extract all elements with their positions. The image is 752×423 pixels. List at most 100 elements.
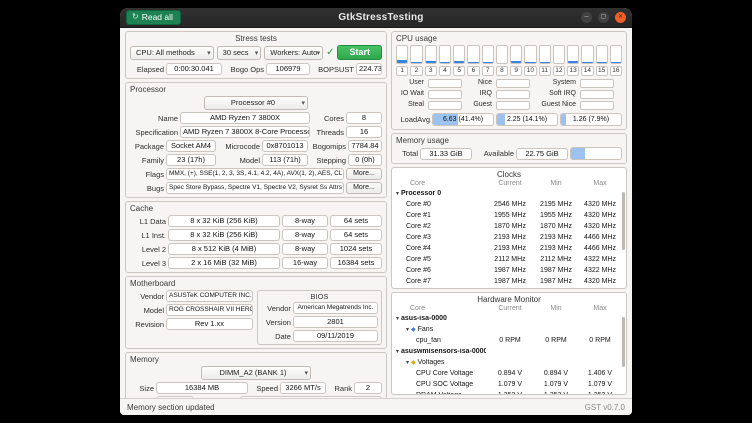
cache-row: L1 Inst. 8 x 32 KiB (256 KiB) 8-way 64 s… — [130, 229, 382, 241]
processor-title: Processor — [130, 85, 382, 94]
cpu-core-meter — [396, 45, 408, 64]
start-button[interactable]: Start — [337, 45, 382, 60]
tree-value: 1.352 V — [578, 392, 622, 394]
cpu-core-meter — [510, 45, 522, 64]
name-value: AMD Ryzen 7 3800X — [180, 112, 310, 124]
loadavg-1min-text: 6.63 (41.4%) — [443, 116, 483, 123]
cpu-stat-bar — [580, 90, 614, 99]
clocks-scrollbar[interactable] — [622, 192, 625, 250]
hardware-monitor-table: Hardware Monitor Core Current Min Max ▾a… — [391, 292, 627, 395]
dimm-selector-dropdown[interactable]: DIMM_A2 (BANK 1) — [201, 366, 311, 380]
tree-row[interactable]: Core #71987 MHz1987 MHz4320 MHz — [392, 276, 626, 287]
tree-label: Core #3 — [406, 234, 431, 241]
tree-row[interactable]: cpu_fan0 RPM0 RPM0 RPM — [392, 335, 626, 346]
expander-icon[interactable]: ▾ — [406, 326, 409, 333]
cache-row: L1 Data 8 x 32 KiB (256 KiB) 8-way 64 se… — [130, 215, 382, 227]
tree-row[interactable]: Core #02546 MHz2195 MHz4320 MHz — [392, 199, 626, 210]
bugs-more-button[interactable]: More... — [346, 182, 382, 194]
cpu-stat-bar — [428, 90, 462, 99]
check-icon: ✓ — [326, 46, 334, 60]
tree-value: 4320 MHz — [578, 223, 622, 230]
tree-label: asus-isa-0000 — [401, 315, 447, 322]
loadavg-15min-text: 1.26 (7.9%) — [573, 116, 609, 123]
tree-row[interactable]: ▾Processor 0 — [392, 188, 626, 199]
tree-row[interactable]: ▾asuswmisensors-isa-0000 — [392, 346, 626, 357]
mem-available-label: Available — [474, 149, 514, 158]
cpu-core-number: 2 — [410, 66, 422, 76]
stress-workers-dropdown[interactable]: Workers: Auto — [264, 46, 323, 60]
microcode-value: 0x8701013 — [262, 140, 308, 152]
close-button[interactable]: ✕ — [615, 12, 626, 23]
fan-icon: ◆ — [411, 327, 416, 333]
stress-duration-dropdown[interactable]: 30 secs — [217, 46, 262, 60]
tree-value: 0 RPM — [578, 337, 622, 344]
processor-selector-dropdown[interactable]: Processor #0 — [204, 96, 308, 110]
cpu-core-meter — [553, 45, 565, 64]
cache-ways-value: 8-way — [282, 229, 328, 241]
expander-icon[interactable]: ▾ — [396, 315, 399, 322]
cpu-core-number: 5 — [453, 66, 465, 76]
tree-label: cpu_fan — [416, 337, 441, 344]
hwmon-col-max: Max — [578, 305, 622, 312]
tree-value: 1987 MHz — [486, 278, 534, 285]
mem-total-label: Total — [396, 149, 418, 158]
tree-label: DRAM Voltage — [416, 392, 462, 394]
cache-level-label: L1 Data — [130, 217, 166, 226]
stress-method-dropdown[interactable]: CPU: All methods — [130, 46, 214, 60]
tree-value: 4320 MHz — [578, 201, 622, 208]
tree-row[interactable]: ▾◆Fans — [392, 324, 626, 335]
tree-row[interactable]: CPU Core Voltage0.894 V0.894 V1.406 V — [392, 368, 626, 379]
tree-row[interactable]: Core #32193 MHz2193 MHz4466 MHz — [392, 232, 626, 243]
hardware-monitor-title: Hardware Monitor — [392, 293, 626, 305]
cpu-core-number: 14 — [581, 66, 593, 76]
expander-icon[interactable]: ▾ — [396, 190, 399, 197]
read-all-button[interactable]: ↻ Read all — [126, 10, 181, 26]
tree-row[interactable]: Core #21870 MHz1870 MHz4320 MHz — [392, 221, 626, 232]
tree-label: Processor 0 — [401, 190, 441, 197]
clocks-col-min: Min — [534, 180, 578, 187]
cache-row: Level 3 2 x 16 MiB (32 MiB) 16-way 16384… — [130, 257, 382, 269]
family-value: 23 (17h) — [166, 154, 216, 166]
flags-more-button[interactable]: More... — [346, 168, 382, 180]
microcode-label: Microcode — [218, 142, 260, 151]
tree-row[interactable]: Core #52112 MHz2112 MHz4322 MHz — [392, 254, 626, 265]
tree-row[interactable]: DRAM Voltage1.352 V1.352 V1.352 V — [392, 390, 626, 394]
loadavg-row: LoadAvg 6.63 (41.4%) 2.25 (14.1%) 1.26 (… — [396, 113, 622, 126]
minimize-button[interactable]: ─ — [581, 12, 592, 23]
cache-size-value: 2 x 16 MiB (32 MiB) — [168, 257, 280, 269]
expander-icon[interactable]: ▾ — [396, 348, 399, 355]
hwmon-scrollbar[interactable] — [622, 317, 625, 367]
bios-vendor-value: American Megatrends Inc. — [293, 302, 378, 314]
clocks-title: Clocks — [392, 168, 626, 180]
mobo-revision-label: Revision — [130, 320, 164, 329]
bogomips-label: Bogomips — [310, 142, 346, 151]
bios-version-value: 2801 — [293, 316, 378, 328]
cpu-core-number: 1 — [396, 66, 408, 76]
motherboard-row: Revision Rev 1.xx — [130, 318, 253, 330]
maximize-button[interactable]: ▢ — [598, 12, 609, 23]
tree-row[interactable]: CPU SOC Voltage1.079 V1.079 V1.079 V — [392, 379, 626, 390]
processor-row: Specification AMD Ryzen 7 3800X 8-Core P… — [130, 126, 382, 138]
tree-value: 1987 MHz — [486, 267, 534, 274]
elapsed-label: Elapsed — [130, 65, 164, 74]
cpu-stat-bar — [496, 79, 530, 88]
statusbar: Memory section updated GST v0.7.0 — [120, 398, 632, 415]
stepping-label: Stepping — [310, 156, 346, 165]
cache-title: Cache — [130, 204, 382, 213]
loadavg-5min: 2.25 (14.1%) — [496, 113, 558, 126]
cpu-core-number: 7 — [482, 66, 494, 76]
tree-row[interactable]: Core #42193 MHz2193 MHz4466 MHz — [392, 243, 626, 254]
expander-icon[interactable]: ▾ — [406, 359, 409, 366]
cpu-stat-bar — [496, 101, 530, 110]
flags-label: Flags — [130, 170, 164, 179]
stress-tests-title: Stress tests — [130, 34, 382, 43]
mobo-model-label: Model — [130, 306, 164, 315]
memory-row: Size 16384 MB Speed 3266 MT/s Rank 2 — [130, 382, 382, 394]
tree-row[interactable]: ▾◆Voltages — [392, 357, 626, 368]
tree-value: 1.352 V — [534, 392, 578, 394]
tree-row[interactable]: Core #61987 MHz1987 MHz4322 MHz — [392, 265, 626, 276]
cpu-core-meter — [410, 45, 422, 64]
tree-row[interactable]: Core #11955 MHz1955 MHz4320 MHz — [392, 210, 626, 221]
tree-row[interactable]: ▾asus-isa-0000 — [392, 313, 626, 324]
main-content: Stress tests CPU: All methods 30 secs Wo… — [120, 28, 632, 398]
